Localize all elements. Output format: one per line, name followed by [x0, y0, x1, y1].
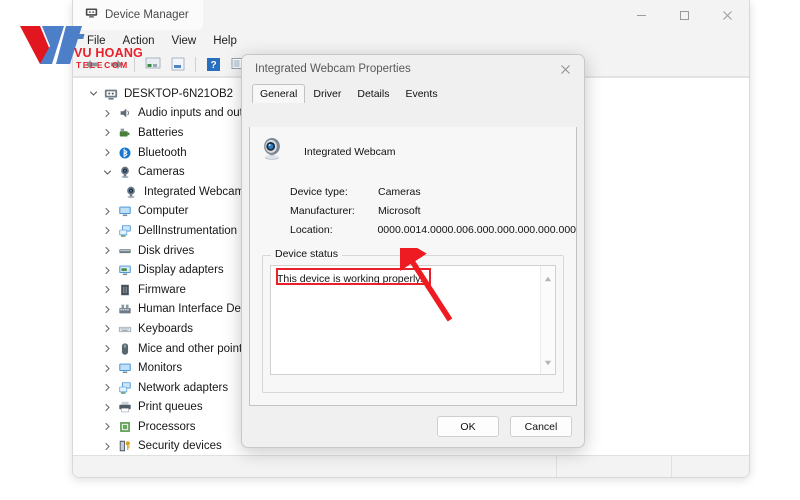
chevron-right-icon[interactable] — [99, 344, 115, 353]
svg-text:?: ? — [210, 60, 216, 71]
tab-details[interactable]: Details — [349, 84, 397, 103]
firmware-icon — [115, 283, 135, 297]
tree-item-label: Computer — [138, 205, 189, 218]
tree-item-label: Disk drives — [138, 244, 195, 257]
scroll-down-icon[interactable] — [544, 353, 552, 371]
chevron-down-icon[interactable] — [99, 168, 115, 177]
chevron-right-icon[interactable] — [99, 364, 115, 373]
chevron-right-icon[interactable] — [99, 305, 115, 314]
tree-root-label: DESKTOP-6N21OB2 — [124, 87, 234, 100]
chevron-right-icon[interactable] — [99, 207, 115, 216]
tree-item-label: Batteries — [138, 126, 184, 139]
watermark: VU HOANG TELECOM — [14, 20, 184, 76]
menu-help[interactable]: Help — [213, 35, 237, 47]
watermark-brand: VU HOANG — [74, 46, 143, 60]
bluetooth-icon — [115, 146, 135, 160]
tree-item-label: Security devices — [138, 440, 222, 453]
security-icon — [115, 439, 135, 453]
chevron-right-icon[interactable] — [99, 285, 115, 294]
camera-icon — [115, 165, 135, 179]
tree-item-label: Keyboards — [138, 322, 193, 335]
info-row-device-type: Device type: Cameras — [290, 182, 576, 201]
screenshot-root: Device Manager File Action View Help ? D… — [0, 0, 800, 500]
tree-item-label: Display adapters — [138, 264, 224, 277]
keyboard-icon — [115, 322, 135, 336]
speaker-icon — [115, 106, 135, 120]
printer-icon — [115, 400, 135, 414]
webcam-icon — [121, 185, 141, 199]
red-arrow — [400, 248, 453, 322]
display-adapter-icon — [115, 263, 135, 277]
tree-item-label: Bluetooth — [138, 146, 187, 159]
chevron-right-icon[interactable] — [99, 324, 115, 333]
tree-item-label: DellInstrumentation — [138, 224, 238, 237]
network-icon — [115, 381, 135, 395]
window-controls — [620, 0, 749, 30]
dialog-close-button[interactable] — [546, 55, 584, 83]
battery-icon — [115, 126, 135, 140]
tree-item-label: Processors — [138, 420, 196, 433]
device-status-legend: Device status — [271, 248, 343, 260]
dialog-titlebar: Integrated Webcam Properties — [242, 55, 584, 83]
tree-item-label: Cameras — [138, 166, 185, 179]
monitor-icon — [115, 361, 135, 375]
info-value: Cameras — [378, 185, 421, 198]
device-name: Integrated Webcam — [304, 145, 396, 158]
dialog-buttons: OK Cancel — [437, 416, 572, 437]
tab-events[interactable]: Events — [397, 84, 445, 103]
tree-item-label: Network adapters — [138, 381, 229, 394]
info-value: 0000.0014.0000.006.000.000.000.000.000 — [377, 223, 576, 236]
info-label: Manufacturer: — [290, 204, 355, 217]
status-cell-main — [73, 456, 556, 478]
info-row-manufacturer: Manufacturer: Microsoft — [290, 201, 576, 220]
chevron-right-icon[interactable] — [99, 403, 115, 412]
tree-item-label: Monitors — [138, 362, 183, 375]
info-row-location: Location: 0000.0014.0000.006.000.000.000… — [290, 220, 576, 239]
dialog-title: Integrated Webcam Properties — [255, 63, 411, 75]
chevron-right-icon[interactable] — [99, 226, 115, 235]
info-label: Location: — [290, 223, 333, 236]
mouse-icon — [115, 342, 135, 356]
tab-general[interactable]: General — [252, 84, 306, 103]
chevron-right-icon[interactable] — [99, 148, 115, 157]
close-button[interactable] — [706, 0, 749, 30]
device-header: Integrated Webcam — [250, 127, 576, 168]
watermark-sub: TELECOM — [76, 60, 129, 70]
status-scrollbar[interactable] — [540, 266, 555, 374]
chevron-right-icon[interactable] — [99, 266, 115, 275]
scroll-up-icon[interactable] — [544, 269, 552, 287]
ok-button[interactable]: OK — [437, 416, 499, 437]
chevron-down-icon[interactable] — [85, 89, 101, 98]
disk-icon — [115, 244, 135, 258]
chevron-right-icon[interactable] — [99, 246, 115, 255]
chevron-right-icon[interactable] — [99, 128, 115, 137]
processor-icon — [115, 420, 135, 434]
tree-item-label: Firmware — [138, 283, 186, 296]
tree-item-label: Integrated Webcam — [144, 185, 245, 198]
info-label: Device type: — [290, 185, 348, 198]
network-icon — [115, 224, 135, 238]
close-icon — [560, 64, 570, 74]
hid-icon — [115, 302, 135, 316]
cancel-button[interactable]: Cancel — [510, 416, 572, 437]
webcam-icon — [258, 135, 286, 168]
minimize-button[interactable] — [620, 0, 663, 30]
toolbar-separator — [195, 56, 196, 72]
monitor-icon — [115, 204, 135, 218]
status-cell-secondary — [556, 455, 671, 477]
chevron-right-icon[interactable] — [99, 422, 115, 431]
chevron-right-icon[interactable] — [99, 109, 115, 118]
computer-icon — [101, 87, 121, 101]
chevron-right-icon[interactable] — [99, 442, 115, 451]
chevron-right-icon[interactable] — [99, 383, 115, 392]
dialog-tabs: General Driver Details Events — [242, 83, 584, 103]
maximize-button[interactable] — [663, 0, 706, 30]
help-icon[interactable]: ? — [203, 54, 224, 75]
device-info-rows: Device type: Cameras Manufacturer: Micro… — [250, 182, 576, 239]
tree-item-label: Print queues — [138, 401, 203, 414]
status-cell-tertiary — [671, 455, 749, 477]
tab-driver[interactable]: Driver — [305, 84, 349, 103]
status-bar — [73, 455, 749, 477]
info-value: Microsoft — [378, 204, 421, 217]
